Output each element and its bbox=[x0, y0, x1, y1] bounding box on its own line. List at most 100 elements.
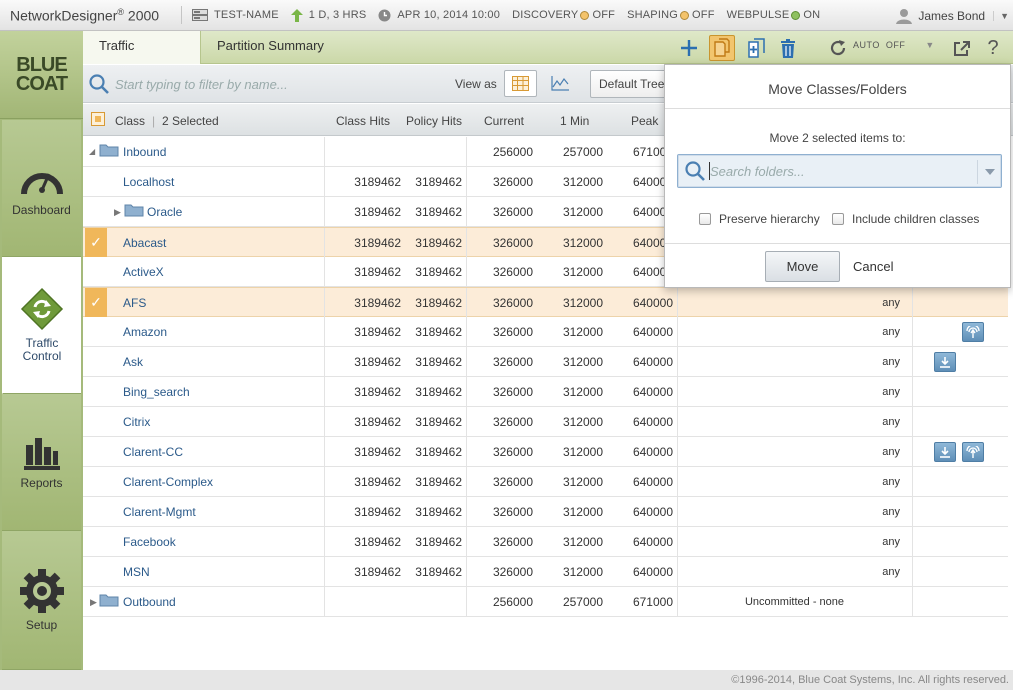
table-row[interactable]: Facebook 3189462 3189462 326000 312000 640000… bbox=[83, 527, 1008, 557]
class-hits bbox=[324, 137, 401, 167]
column-class-hits[interactable]: Class Hits bbox=[336, 114, 390, 128]
table-row[interactable]: Clarent-Complex 3189462 3189462 326000 31200… bbox=[83, 467, 1008, 497]
folder-icon bbox=[124, 198, 144, 228]
class-name[interactable]: Outbound bbox=[123, 587, 176, 617]
one-min-rate: 312000 bbox=[562, 445, 603, 459]
class-name[interactable]: Abacast bbox=[123, 228, 166, 258]
one-min-rate: 312000 bbox=[562, 385, 603, 399]
class-name[interactable]: Bing_search bbox=[123, 377, 190, 407]
graph-view-button[interactable] bbox=[543, 70, 576, 97]
filter-input[interactable]: Start typing to filter by name... bbox=[89, 71, 449, 97]
export-icon[interactable] bbox=[949, 35, 975, 61]
policy-hits: 3189462 bbox=[415, 265, 462, 279]
class-name[interactable]: Inbound bbox=[123, 137, 166, 167]
uptime: 1 D, 3 HRS bbox=[290, 8, 367, 22]
current-rate: 326000 bbox=[492, 415, 533, 429]
class-name[interactable]: Localhost bbox=[123, 167, 174, 197]
peak-rate: 640000 bbox=[632, 175, 673, 189]
move-button[interactable]: Move bbox=[765, 251, 840, 282]
table-row[interactable]: Bing_search 3189462 3189462 326000 312000 640… bbox=[83, 377, 1008, 407]
cancel-button[interactable]: Cancel bbox=[853, 259, 893, 274]
policy-hits: 3189462 bbox=[415, 325, 462, 339]
help-icon[interactable]: ? bbox=[980, 35, 1006, 61]
class-hits: 3189462 bbox=[354, 355, 401, 369]
class-name[interactable]: Oracle bbox=[147, 197, 182, 227]
table-row[interactable]: ✓ AFS 3189462 3189462 326000 312000 640000 any bbox=[83, 287, 1008, 318]
table-row[interactable]: Ask 3189462 3189462 326000 312000 640000 any bbox=[83, 347, 1008, 377]
class-name[interactable]: ActiveX bbox=[123, 257, 164, 287]
auto-refresh-toggle[interactable]: AUTO OFF ▼ bbox=[853, 40, 935, 50]
class-hits: 3189462 bbox=[354, 535, 401, 549]
class-name[interactable]: AFS bbox=[123, 288, 146, 318]
class-name[interactable]: Clarent-Complex bbox=[123, 467, 213, 497]
sidebar-item-traffic-control[interactable]: Traffic Control bbox=[2, 257, 81, 394]
table-view-button[interactable] bbox=[504, 70, 537, 97]
move-dialog: Move Classes/Folders Move 2 selected ite… bbox=[664, 64, 1011, 288]
class-name[interactable]: Clarent-CC bbox=[123, 437, 183, 467]
peak-rate: 640000 bbox=[632, 265, 673, 279]
user-icon bbox=[896, 8, 913, 24]
table-row[interactable]: Clarent-CC 3189462 3189462 326000 312000 6400… bbox=[83, 437, 1008, 467]
class-name[interactable]: MSN bbox=[123, 557, 150, 587]
webpulse-status[interactable]: WEBPULSE ON bbox=[727, 9, 821, 21]
broadcast-icon[interactable] bbox=[962, 442, 984, 462]
tab-partition-summary[interactable]: Partition Summary bbox=[201, 31, 340, 64]
delete-icon[interactable] bbox=[775, 35, 801, 61]
discovery-status[interactable]: DISCOVERY OFF bbox=[512, 9, 615, 21]
add-icon[interactable] bbox=[676, 35, 702, 61]
tab-traffic-classes[interactable]: Traffic Classes bbox=[83, 31, 201, 83]
policy-hits: 3189462 bbox=[415, 355, 462, 369]
class-name[interactable]: Facebook bbox=[123, 527, 176, 557]
check-icon[interactable]: ✓ bbox=[85, 288, 107, 317]
one-min-rate: 312000 bbox=[562, 565, 603, 579]
expand-icon[interactable]: ▶ bbox=[114, 197, 121, 227]
sidebar-item-dashboard[interactable]: Dashboard bbox=[2, 120, 81, 257]
folder-search-input[interactable]: Search folders... bbox=[677, 154, 1002, 188]
column-class[interactable]: Class bbox=[115, 114, 145, 128]
download-icon[interactable] bbox=[934, 352, 956, 372]
arrow-up-icon bbox=[290, 8, 303, 22]
refresh-icon[interactable] bbox=[825, 35, 851, 61]
column-1-min[interactable]: 1 Min bbox=[560, 114, 589, 128]
one-min-rate: 312000 bbox=[562, 175, 603, 189]
class-name[interactable]: Ask bbox=[123, 347, 143, 377]
chevron-down-icon[interactable]: ▼ bbox=[993, 10, 1009, 21]
user-menu[interactable]: James Bond ▼ bbox=[896, 0, 1013, 31]
download-icon[interactable] bbox=[934, 442, 956, 462]
column-current[interactable]: Current bbox=[484, 114, 524, 128]
table-row[interactable]: Amazon 3189462 3189462 326000 312000 640000 an… bbox=[83, 317, 1008, 347]
copy-add-icon[interactable] bbox=[744, 35, 770, 61]
expand-icon[interactable]: ▶ bbox=[90, 587, 97, 617]
sidebar-item-reports[interactable]: Reports bbox=[2, 394, 81, 531]
select-all-checkbox[interactable] bbox=[91, 112, 105, 129]
move-icon[interactable] bbox=[709, 35, 735, 61]
one-min-rate: 312000 bbox=[562, 355, 603, 369]
include-children-checkbox[interactable]: Include children classes bbox=[832, 212, 979, 226]
table-row[interactable]: MSN 3189462 3189462 326000 312000 640000 any bbox=[83, 557, 1008, 587]
class-name[interactable]: Citrix bbox=[123, 407, 150, 437]
search-icon bbox=[89, 74, 109, 94]
policy: any bbox=[882, 536, 900, 548]
preserve-hierarchy-checkbox[interactable]: Preserve hierarchy bbox=[699, 212, 820, 226]
class-name[interactable]: Clarent-Mgmt bbox=[123, 497, 196, 527]
current-rate: 256000 bbox=[492, 145, 533, 159]
one-min-rate: 312000 bbox=[562, 296, 603, 310]
column-policy-hits[interactable]: Policy Hits bbox=[406, 114, 462, 128]
shaping-status[interactable]: SHAPING OFF bbox=[627, 9, 715, 21]
class-hits: 3189462 bbox=[354, 325, 401, 339]
check-icon[interactable]: ✓ bbox=[85, 228, 107, 257]
expand-icon[interactable]: ◢ bbox=[89, 137, 95, 167]
peak-rate: 640000 bbox=[632, 385, 673, 399]
policy: any bbox=[882, 297, 900, 309]
broadcast-icon[interactable] bbox=[962, 322, 984, 342]
table-row[interactable]: Citrix 3189462 3189462 326000 312000 640000 an… bbox=[83, 407, 1008, 437]
chevron-down-icon[interactable] bbox=[977, 160, 1001, 184]
policy-hits: 3189462 bbox=[415, 415, 462, 429]
class-name[interactable]: Amazon bbox=[123, 317, 167, 347]
column-peak[interactable]: Peak bbox=[631, 114, 658, 128]
sidebar-item-setup[interactable]: Setup bbox=[2, 531, 81, 670]
table-row[interactable]: ▶ Outbound 256000 257000 671000 Uncommitted -… bbox=[83, 587, 1008, 617]
table-row[interactable]: Clarent-Mgmt 3189462 3189462 326000 312000 64… bbox=[83, 497, 1008, 527]
peak-rate: 640000 bbox=[632, 296, 673, 310]
peak-rate: 640000 bbox=[632, 355, 673, 369]
